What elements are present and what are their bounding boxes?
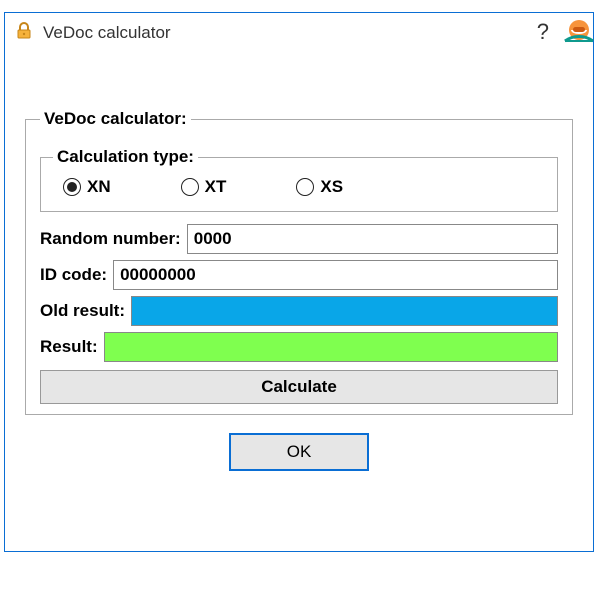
radio-icon — [63, 178, 81, 196]
result-row: Result: — [40, 332, 558, 362]
random-number-row: Random number: — [40, 224, 558, 254]
calc-type-legend: Calculation type: — [53, 147, 198, 167]
radio-row: XN XT XS — [53, 177, 545, 197]
old-result-row: Old result: — [40, 296, 558, 326]
radio-xs[interactable]: XS — [296, 177, 343, 197]
radio-xt[interactable]: XT — [181, 177, 227, 197]
radio-icon — [181, 178, 199, 196]
ok-row: OK — [25, 433, 573, 471]
id-code-label: ID code: — [40, 265, 107, 285]
calc-type-groupbox: Calculation type: XN XT XS — [40, 147, 558, 212]
result-label: Result: — [40, 337, 98, 357]
old-result-output — [131, 296, 558, 326]
result-output — [104, 332, 558, 362]
main-groupbox: VeDoc calculator: Calculation type: XN X… — [25, 109, 573, 415]
client-area: VeDoc calculator: Calculation type: XN X… — [5, 53, 593, 481]
watermark-icon — [563, 17, 595, 49]
random-number-input[interactable] — [187, 224, 558, 254]
radio-xn[interactable]: XN — [63, 177, 111, 197]
radio-icon — [296, 178, 314, 196]
calculate-button[interactable]: Calculate — [40, 370, 558, 404]
radio-xt-label: XT — [205, 177, 227, 197]
dialog-window: VeDoc calculator ? VeDoc calculator: Cal… — [4, 12, 594, 552]
main-groupbox-legend: VeDoc calculator: — [40, 109, 191, 129]
radio-xs-label: XS — [320, 177, 343, 197]
lock-icon — [15, 22, 33, 44]
old-result-label: Old result: — [40, 301, 125, 321]
titlebar: VeDoc calculator ? — [5, 13, 593, 53]
random-number-label: Random number: — [40, 229, 181, 249]
id-code-input[interactable] — [113, 260, 558, 290]
window-title: VeDoc calculator — [43, 23, 171, 43]
ok-button[interactable]: OK — [229, 433, 369, 471]
help-button[interactable]: ? — [537, 19, 549, 45]
id-code-row: ID code: — [40, 260, 558, 290]
radio-xn-label: XN — [87, 177, 111, 197]
